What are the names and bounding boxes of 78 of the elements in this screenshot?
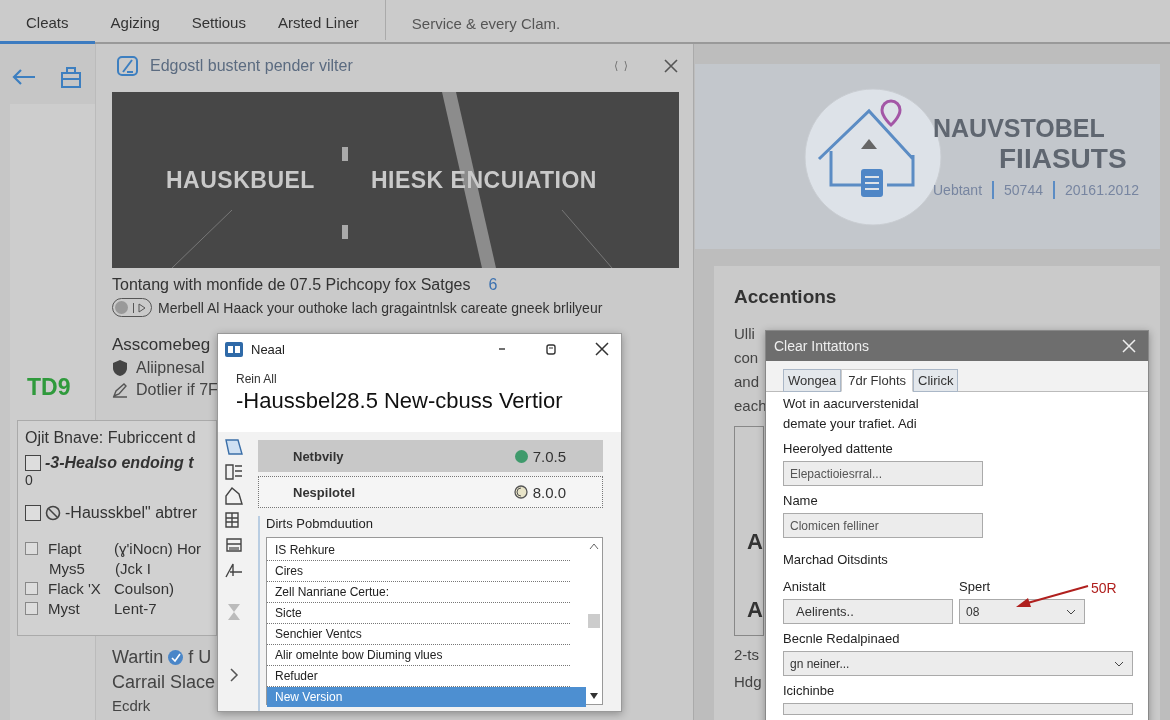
list-item[interactable]: Alir omelnte bow Diuming vlues: [267, 645, 570, 666]
banner-title: HIESK ENCUIATION: [370, 166, 597, 194]
row-name: Flack 'X: [48, 580, 102, 597]
meta-text: 50744: [1004, 182, 1043, 198]
input-field[interactable]: Clomicen felliner: [783, 513, 983, 538]
row-value: (ɣ'iNocn) Hor: [114, 540, 202, 557]
list-title: Dirts Pobmduution: [266, 516, 374, 531]
footer-text: f U: [188, 647, 212, 668]
input-field[interactable]: Aelirents..: [783, 599, 953, 624]
section-title: Asscomebeg: [112, 335, 211, 355]
dropdown[interactable]: 08: [959, 599, 1085, 624]
input-field[interactable]: Elepactioiesrral...: [783, 461, 983, 486]
field-label: Icichinbe: [783, 683, 836, 698]
package-name: Netbvily: [293, 448, 345, 464]
panel-title: Edgostl bustent pender vilter: [150, 57, 354, 75]
package-row[interactable]: Netbvily 7.0.5: [258, 440, 603, 472]
top-tab[interactable]: Arsted Liner: [261, 14, 375, 44]
meta-text: 20161.2012: [1065, 182, 1139, 198]
row-value: Lent-7: [114, 600, 157, 617]
row-value: Coulson): [114, 580, 175, 597]
footer-text: Wartin: [112, 647, 164, 668]
brand-name: FIIASUTS: [999, 143, 1128, 175]
banner-title: HAUSKBUEL: [166, 166, 315, 194]
dialog-title: Clear Inttattons: [774, 338, 869, 354]
dialog-title: Neaal: [251, 341, 286, 357]
option-label: -Hausskbel" abtrer: [65, 504, 197, 522]
top-tab[interactable]: Settious: [175, 14, 262, 44]
field-label: Name: [783, 493, 819, 508]
caption: Tontang with monfide de 07.5 Pichcopy fox Satges: [112, 276, 471, 294]
field-label: Spert: [959, 579, 992, 594]
intro-text: Wot in aacurverstenidal demate your trafiet. Adi: [783, 395, 920, 433]
option-note: 0: [25, 472, 34, 488]
card-text: 2-ts: [734, 646, 759, 663]
package-name: Nespilotel: [293, 484, 357, 500]
card-title: Ojit Bnave: Fubriccent d: [25, 429, 196, 446]
preview-letter: A: [747, 529, 763, 555]
brand-name: NAUVSTOBEL: [933, 114, 1106, 143]
dialog-subtitle: Rein All: [236, 372, 278, 386]
card-title: Accentions: [734, 286, 838, 308]
top-tab[interactable]: Cleats: [0, 14, 95, 44]
top-tab[interactable]: Agizing: [94, 14, 176, 44]
list-item-text: Aliipnesal: [136, 359, 205, 377]
option-label: -3-Healso endoing t: [45, 454, 194, 472]
list-item[interactable]: Sicte: [267, 603, 570, 624]
list-item-text: Dotlier if 7F: [136, 381, 218, 399]
field-label: Heerolyed dattente: [783, 441, 894, 456]
card-text: and: [734, 372, 760, 392]
footer-text[interactable]: Ecdrk: [112, 697, 151, 714]
row-name: Myst: [48, 600, 81, 617]
field-label: Anistalt: [783, 579, 827, 594]
card-text: Ulli: [734, 324, 755, 344]
tab[interactable]: Wongea: [783, 369, 842, 392]
list-item[interactable]: Zell Nanriane Certue:: [267, 582, 570, 603]
section-title: Marchad Oitsdints: [783, 552, 889, 567]
card-text: con: [734, 348, 759, 368]
preview-letter: A: [747, 597, 763, 623]
row-value: (Jck I: [115, 560, 151, 577]
version-text: 7.0.5: [532, 447, 566, 465]
package-row[interactable]: Nespilotel 8.0.0: [258, 476, 603, 508]
status-code: TD9: [27, 374, 71, 400]
count-text: 6: [488, 276, 498, 294]
dialog-heading: -Haussbel28.5 New-cbuss Vertior: [236, 388, 564, 414]
list-item[interactable]: IS Rehkure: [267, 540, 570, 561]
row-name: Mys5: [49, 560, 86, 577]
version-text: 8.0.0: [532, 483, 566, 501]
list-item[interactable]: Cires: [267, 561, 570, 582]
row-name: Flapt: [48, 540, 83, 557]
field-label: Becnle Redalpinaed: [783, 631, 901, 646]
footer-text: Carrail Slace: [112, 672, 216, 693]
description: Merbell Al Haack your outhoke lach gragaintnlsk careate gneek brlilyeur: [158, 299, 603, 316]
tab[interactable]: 7dr Flohts: [841, 369, 913, 392]
tab[interactable]: Clirick: [913, 369, 959, 392]
dropdown[interactable]: gn neiner...: [783, 651, 1133, 676]
card-text: Hdg: [734, 673, 762, 690]
list-item[interactable]: Senchier Ventcs: [267, 624, 570, 645]
annotation-label: 50R: [1091, 580, 1117, 596]
service-link[interactable]: Service & every Clam.: [395, 15, 561, 42]
meta-text: Uebtant: [933, 182, 983, 198]
